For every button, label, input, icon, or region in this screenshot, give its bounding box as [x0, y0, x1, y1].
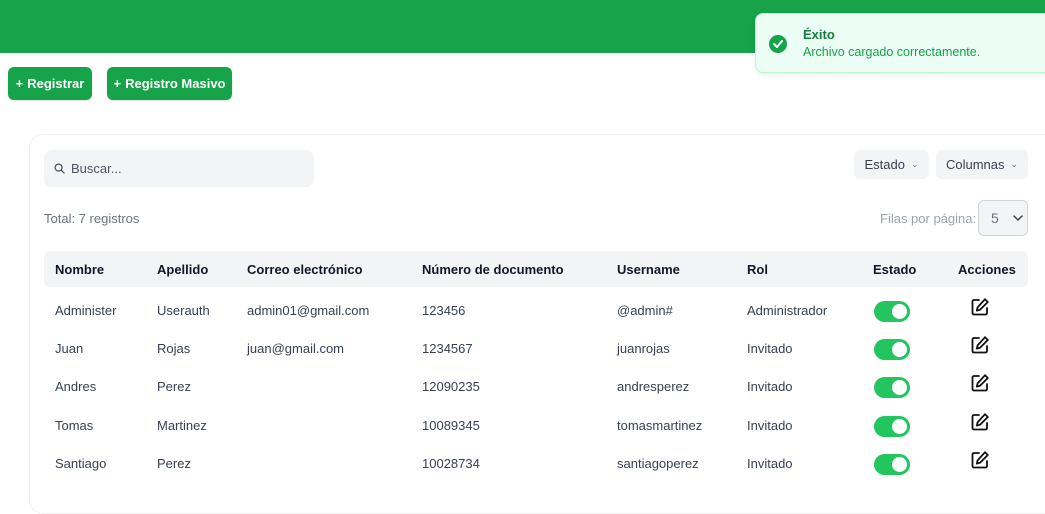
estado-filter-label: Estado — [864, 157, 905, 172]
estado-toggle[interactable] — [874, 339, 910, 360]
chevron-down-icon: ⌄ — [1010, 159, 1019, 169]
cell-apellido: Perez — [157, 379, 191, 394]
cell-correo: admin01@gmail.com — [247, 303, 370, 318]
toggle-knob — [892, 380, 907, 395]
cell-nombre: Andres — [55, 379, 97, 394]
header-documento[interactable]: Número de documento — [422, 262, 564, 277]
columnas-button[interactable]: Columnas ⌄ — [936, 150, 1028, 179]
search-box[interactable] — [44, 150, 314, 187]
edit-icon[interactable] — [970, 373, 990, 393]
cell-apellido: Userauth — [157, 303, 210, 318]
toggle-knob — [892, 342, 907, 357]
header-acciones: Acciones — [958, 262, 1016, 277]
header-estado[interactable]: Estado — [873, 262, 916, 277]
registro-masivo-label: Registro Masivo — [125, 76, 226, 91]
cell-nombre: Juan — [55, 341, 84, 356]
toggle-knob — [892, 419, 907, 434]
cell-nombre: Santiago — [55, 456, 107, 471]
cell-documento: 1234567 — [422, 341, 473, 356]
cell-rol: Invitado — [747, 341, 793, 356]
cell-documento: 12090235 — [422, 379, 480, 394]
total-records: Total: 7 registros — [44, 211, 140, 226]
estado-toggle[interactable] — [874, 416, 910, 437]
rows-per-page-select[interactable]: 5 — [978, 200, 1028, 236]
header-apellido[interactable]: Apellido — [157, 262, 208, 277]
header-username[interactable]: Username — [617, 262, 680, 277]
cell-username: tomasmartinez — [617, 418, 703, 433]
toast-title: Éxito — [803, 27, 835, 42]
edit-icon[interactable] — [970, 297, 990, 317]
cell-correo: juan@gmail.com — [247, 341, 345, 356]
cell-rol: Invitado — [747, 418, 793, 433]
cell-documento: 10089345 — [422, 418, 480, 433]
search-input[interactable] — [71, 161, 291, 176]
estado-filter-button[interactable]: Estado ⌄ — [854, 150, 929, 179]
cell-apellido: Martinez — [157, 418, 207, 433]
search-icon — [54, 163, 65, 174]
toggle-knob — [892, 304, 907, 319]
check-circle-icon — [769, 35, 787, 53]
cell-username: @admin# — [617, 303, 673, 318]
estado-toggle[interactable] — [874, 377, 910, 398]
cell-nombre: Administer — [55, 303, 117, 318]
cell-username: andresperez — [617, 379, 690, 394]
rows-per-page-value: 5 — [991, 210, 999, 226]
cell-username: santiagoperez — [617, 456, 699, 471]
cell-apellido: Rojas — [157, 341, 191, 356]
cell-rol: Invitado — [747, 379, 793, 394]
cell-apellido: Perez — [157, 456, 191, 471]
cell-rol: Administrador — [747, 303, 828, 318]
registrar-button[interactable]: + Registrar — [8, 67, 92, 100]
cell-nombre: Tomas — [55, 418, 94, 433]
header-rol[interactable]: Rol — [747, 262, 768, 277]
registro-masivo-button[interactable]: + Registro Masivo — [107, 67, 232, 100]
plus-icon: + — [15, 76, 24, 91]
toast-message: Archivo cargado correctamente. — [803, 45, 981, 59]
edit-icon[interactable] — [970, 335, 990, 355]
estado-toggle[interactable] — [874, 454, 910, 475]
estado-toggle[interactable] — [874, 301, 910, 322]
cell-username: juanrojas — [617, 341, 670, 356]
cell-documento: 123456 — [422, 303, 466, 318]
success-toast: Éxito Archivo cargado correctamente. — [755, 13, 1045, 73]
edit-icon[interactable] — [970, 450, 990, 470]
chevron-down-icon: ⌄ — [910, 159, 919, 169]
columnas-label: Columnas — [945, 157, 1005, 172]
header-correo[interactable]: Correo electrónico — [247, 262, 363, 277]
registrar-label: Registrar — [27, 76, 85, 91]
header-nombre[interactable]: Nombre — [55, 262, 104, 277]
cell-documento: 10028734 — [422, 456, 480, 471]
toggle-knob — [892, 457, 907, 472]
rows-per-page-label: Filas por página: — [880, 211, 977, 226]
plus-icon: + — [113, 76, 122, 91]
chevron-down-icon — [1013, 214, 1023, 221]
cell-rol: Invitado — [747, 456, 793, 471]
edit-icon[interactable] — [970, 412, 990, 432]
